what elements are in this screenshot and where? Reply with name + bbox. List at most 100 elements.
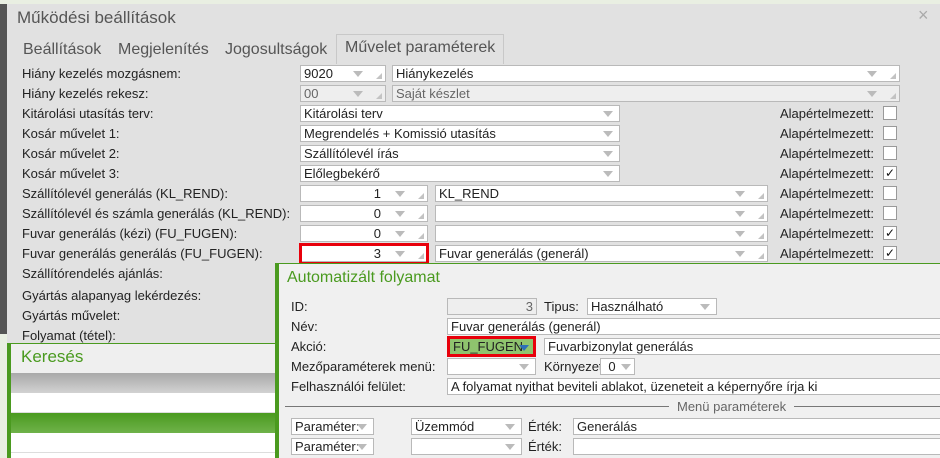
param-select[interactable]: Paraméter: xyxy=(291,438,374,455)
default-checkbox[interactable]: ✓ xyxy=(883,226,897,240)
name-select-value: Hiánykezelés xyxy=(396,66,474,81)
chevron-down-icon xyxy=(395,191,405,197)
mode-select[interactable]: Üzemmód xyxy=(411,418,522,435)
type-value: Használható xyxy=(591,299,664,314)
param-select[interactable]: Paraméter: xyxy=(291,418,374,435)
list-header xyxy=(11,373,275,393)
operation-select-value: Kitárolási terv xyxy=(304,106,383,121)
tab-megjelenites[interactable]: Megjelenítés xyxy=(118,41,209,59)
process-select[interactable]: Fuvar generálás (generál) xyxy=(435,245,768,262)
chevron-down-icon xyxy=(867,71,877,77)
number-select[interactable]: 0 xyxy=(300,205,428,222)
mode-select[interactable] xyxy=(411,438,522,455)
name-label: Név: xyxy=(291,319,318,334)
type-select[interactable]: Használható xyxy=(587,298,717,315)
chevron-down-icon xyxy=(867,91,877,97)
window-title: Működési beállítások xyxy=(17,8,176,27)
row-label: Szállítólevél generálás (KL_REND): xyxy=(22,186,228,201)
default-label: Alapértelmezett: xyxy=(780,146,874,161)
resize-grip-icon xyxy=(758,233,764,239)
resize-grip-icon xyxy=(758,253,764,259)
action-code-select[interactable]: FU_FUGEN xyxy=(447,336,536,357)
chevron-down-icon xyxy=(735,231,745,237)
list-row[interactable] xyxy=(11,393,275,413)
value-field[interactable]: Generálás xyxy=(573,418,940,435)
action-name-field[interactable]: Fuvarbizonylat generálás xyxy=(544,338,940,355)
default-checkbox[interactable] xyxy=(883,206,897,220)
default-checkbox[interactable]: ✓ xyxy=(883,246,897,260)
highlight-box xyxy=(299,243,429,265)
process-select[interactable] xyxy=(435,205,768,222)
name-select[interactable]: Saját készlet xyxy=(392,85,900,102)
chevron-down-icon xyxy=(505,444,515,450)
default-checkbox[interactable] xyxy=(883,106,897,120)
ui-field[interactable]: A folyamat nyithat beviteli ablakot, üze… xyxy=(447,378,940,395)
operation-select[interactable]: Szállítólevél írás xyxy=(300,145,620,162)
code-select[interactable]: 9020 xyxy=(300,65,386,82)
process-select-value: Fuvar generálás (generál) xyxy=(439,246,589,261)
default-checkbox[interactable] xyxy=(883,146,897,160)
chevron-down-icon xyxy=(603,151,613,157)
menu-label: Mezőparaméterek menü: xyxy=(291,359,436,374)
id-label: ID: xyxy=(291,299,308,314)
chevron-down-icon xyxy=(603,171,613,177)
chevron-down-icon xyxy=(519,345,529,351)
list-row-selected[interactable] xyxy=(11,413,275,433)
process-select[interactable] xyxy=(435,225,768,242)
mode-value: Üzemmód xyxy=(415,419,475,434)
resize-grip-icon xyxy=(890,73,896,79)
operation-select-value: Megrendelés + Komissió utasítás xyxy=(304,126,496,141)
row-label: Hiány kezelés rekesz: xyxy=(22,86,149,101)
automated-process-panel: Automatizált folyamat ID: 3 Tipus: Haszn… xyxy=(275,263,940,458)
search-title: Keresés xyxy=(11,344,275,373)
code-select-value: 00 xyxy=(304,86,319,101)
code-select[interactable]: 00 xyxy=(300,85,386,102)
tab-jogosultsagok[interactable]: Jogosultságok xyxy=(225,41,327,59)
number-value: 1 xyxy=(373,186,381,201)
resize-grip-icon xyxy=(376,93,382,99)
env-select[interactable]: 0 xyxy=(600,358,635,375)
param-value: Paraméter: xyxy=(295,419,360,434)
chevron-down-icon xyxy=(621,364,631,370)
operation-select[interactable]: Megrendelés + Komissió utasítás xyxy=(300,125,620,142)
default-label: Alapértelmezett: xyxy=(780,206,874,221)
default-checkbox[interactable]: ✓ xyxy=(883,166,897,180)
number-value: 0 xyxy=(373,226,381,241)
section-divider xyxy=(285,406,940,407)
chevron-down-icon xyxy=(395,211,405,217)
default-checkbox[interactable] xyxy=(883,126,897,140)
number-select[interactable]: 1 xyxy=(300,185,428,202)
name-select[interactable]: Hiánykezelés xyxy=(392,65,900,82)
number-select[interactable]: 0 xyxy=(300,225,428,242)
search-panel: Keresés xyxy=(7,343,275,458)
chevron-down-icon xyxy=(735,251,745,257)
tab-muvelet-parameterek[interactable]: Művelet paraméterek xyxy=(336,34,505,64)
close-icon[interactable]: × xyxy=(918,5,929,26)
row-label: Gyártás művelet: xyxy=(22,308,121,323)
default-label: Alapértelmezett: xyxy=(780,186,874,201)
menu-select[interactable] xyxy=(447,358,536,375)
tab-beallitasok[interactable]: Beállítások xyxy=(23,41,101,59)
value-label: Érték: xyxy=(528,439,562,454)
chevron-down-icon xyxy=(603,131,613,137)
default-label: Alapértelmezett: xyxy=(780,166,874,181)
name-select-value: Saját készlet xyxy=(396,86,470,101)
env-value: 0 xyxy=(608,359,616,374)
default-label: Alapértelmezett: xyxy=(780,246,874,261)
operation-select[interactable]: Előlegbekérő xyxy=(300,165,620,182)
chevron-down-icon xyxy=(395,231,405,237)
row-label: Kosár művelet 1: xyxy=(22,126,120,141)
resize-grip-icon xyxy=(418,193,424,199)
row-label: Folyamat (tétel): xyxy=(22,328,116,343)
default-checkbox[interactable] xyxy=(883,186,897,200)
name-field[interactable]: Fuvar generálás (generál) xyxy=(447,318,940,335)
process-select[interactable]: KL_REND xyxy=(435,185,768,202)
resize-grip-icon xyxy=(418,213,424,219)
operation-select[interactable]: Kitárolási terv xyxy=(300,105,620,122)
resize-grip-icon xyxy=(418,233,424,239)
action-label: Akció: xyxy=(291,339,327,354)
value-field[interactable] xyxy=(573,438,940,455)
panel-title: Automatizált folyamat xyxy=(287,269,440,286)
env-label: Környezet: xyxy=(544,359,607,374)
list-row[interactable] xyxy=(11,433,275,453)
